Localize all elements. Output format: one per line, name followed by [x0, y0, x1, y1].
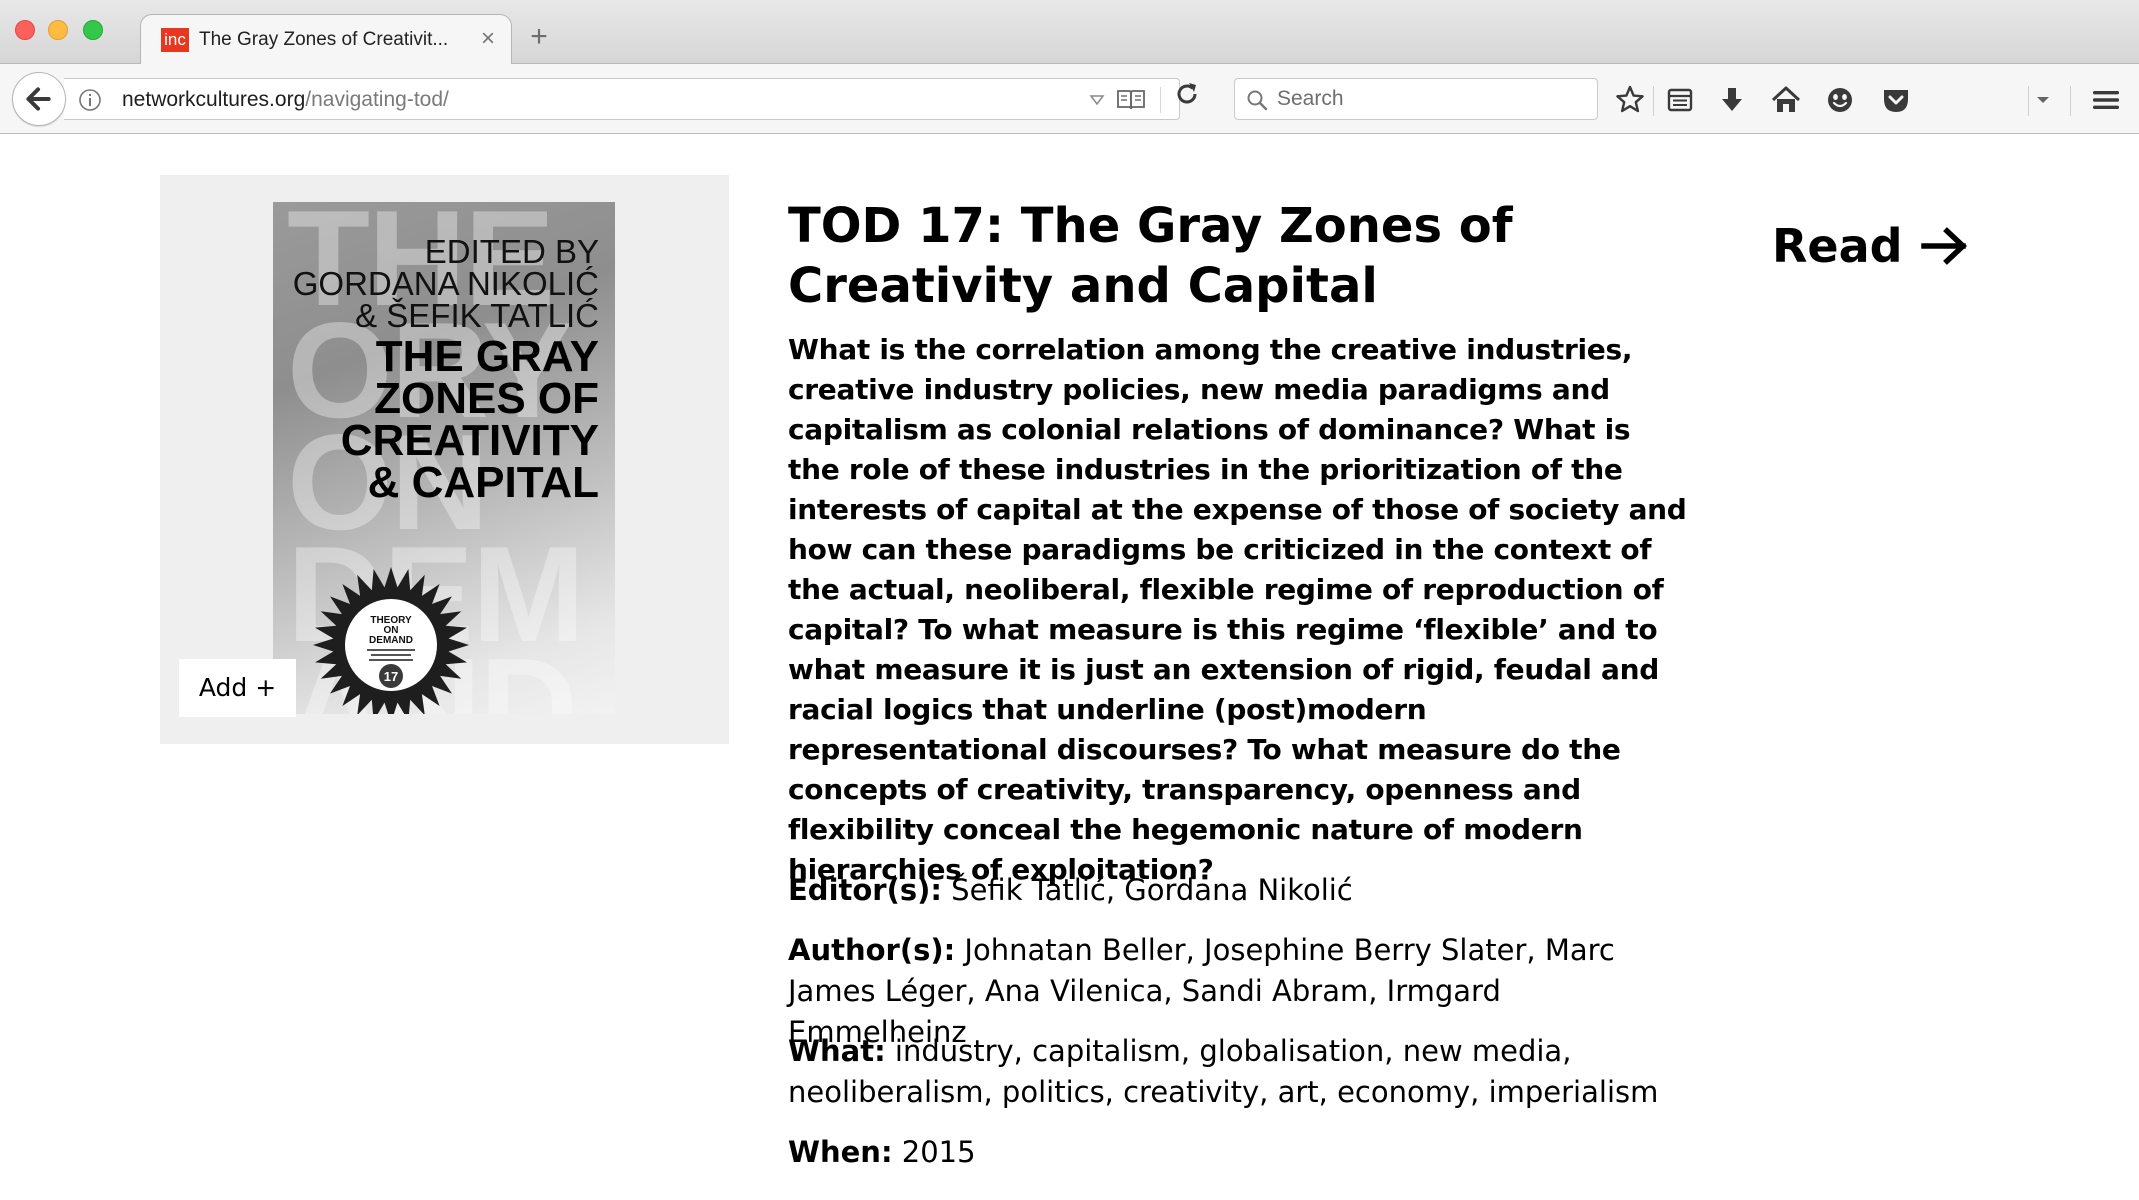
cover-title-line: & CAPITAL — [367, 458, 599, 507]
date-field: When: 2015 — [788, 1132, 1688, 1173]
cover-title-text: THE GRAY ZONES OF CREATIVITY & CAPITAL — [340, 332, 599, 507]
book-cover-image[interactable]: THE ORY ON DEM AND EDITED BY GORDANA NIK… — [273, 202, 615, 714]
read-label: Read — [1772, 219, 1903, 273]
dropdown-icon[interactable] — [1088, 91, 1106, 109]
tags-field: What: industry, capitalism, globalisatio… — [788, 1031, 1688, 1113]
cover-editors-text: EDITED BY GORDANA NIKOLIĆ & ŠEFIK TATLIĆ — [292, 233, 599, 334]
seal-issue-number: 17 — [384, 669, 398, 684]
maximize-window-button[interactable] — [83, 20, 103, 40]
cover-editors-line: GORDANA NIKOLIĆ — [292, 265, 599, 302]
bookmark-star-icon[interactable] — [1614, 84, 1646, 116]
reload-icon[interactable] — [1172, 79, 1202, 109]
toolbar-separator — [2070, 86, 2071, 116]
cover-title-line: ZONES OF — [374, 374, 599, 423]
book-cover-panel: THE ORY ON DEM AND EDITED BY GORDANA NIK… — [160, 175, 729, 744]
cover-title-line: THE GRAY — [375, 332, 599, 381]
search-input[interactable] — [1277, 85, 1577, 113]
site-favicon: inc — [161, 28, 189, 52]
url-path: /navigating-tod/ — [305, 88, 449, 111]
seal-line3: DEMAND — [369, 635, 413, 646]
search-bar[interactable] — [1234, 78, 1598, 120]
reader-view-icon[interactable] — [1116, 87, 1146, 113]
book-description: What is the correlation among the creati… — [788, 333, 1687, 886]
url-domain: networkcultures.org — [122, 88, 306, 111]
toolbar-separator — [2028, 86, 2029, 116]
tab-title: The Gray Zones of Creativit... — [199, 29, 449, 50]
close-window-button[interactable] — [15, 20, 35, 40]
home-icon[interactable] — [1770, 84, 1802, 116]
what-value: industry, capitalism, globalisation, new… — [788, 1034, 1659, 1109]
add-to-list-button[interactable]: Add + — [179, 659, 296, 717]
navigation-toolbar: networkcultures.org/navigating-tod/ — [0, 64, 2139, 134]
arrow-right-icon — [1920, 226, 1967, 265]
cover-title-line: CREATIVITY — [340, 416, 599, 465]
authors-label: Author(s): — [788, 933, 956, 967]
cover-editors-line: EDITED BY — [424, 233, 599, 270]
editors-value: Šefik Tatlić, Gordana Nikolić — [941, 873, 1353, 907]
editors-field: Editor(s): Šefik Tatlić, Gordana Nikolić — [788, 870, 1688, 911]
url-text[interactable]: networkcultures.org/navigating-tod/ — [122, 87, 449, 113]
tab-strip: inc The Gray Zones of Creativit... × + — [0, 0, 2139, 65]
minimize-window-button[interactable] — [48, 20, 68, 40]
when-value: 2015 — [892, 1135, 976, 1169]
toolbar-separator — [1653, 86, 1654, 116]
download-icon[interactable] — [1716, 84, 1748, 116]
info-icon[interactable] — [78, 88, 102, 112]
when-label: When: — [788, 1135, 893, 1169]
new-tab-button[interactable]: + — [524, 22, 554, 52]
what-label: What: — [788, 1034, 886, 1068]
url-separator — [1160, 87, 1161, 113]
cover-editors-line: & ŠEFIK TATLIĆ — [355, 297, 599, 334]
read-link[interactable]: Read — [1772, 214, 1969, 278]
active-tab[interactable]: inc The Gray Zones of Creativit... × — [140, 14, 512, 65]
bookmarks-library-icon[interactable] — [1664, 84, 1696, 116]
back-button[interactable] — [12, 72, 66, 126]
theory-on-demand-seal: THEORY ON DEMAND 17 — [313, 567, 469, 714]
pocket-icon[interactable] — [1880, 84, 1912, 116]
page-title: TOD 17: The Gray Zones of Creativity and… — [788, 198, 1513, 314]
overflow-dropdown-icon[interactable] — [2030, 84, 2056, 116]
search-icon — [1247, 90, 1268, 111]
emoji-icon[interactable] — [1824, 84, 1856, 116]
address-bar[interactable]: networkcultures.org/navigating-tod/ — [64, 78, 1180, 120]
back-arrow-icon — [26, 87, 51, 111]
hamburger-menu-icon[interactable] — [2090, 84, 2122, 116]
editors-label: Editor(s): — [788, 873, 942, 907]
tab-close-icon[interactable]: × — [475, 25, 501, 53]
